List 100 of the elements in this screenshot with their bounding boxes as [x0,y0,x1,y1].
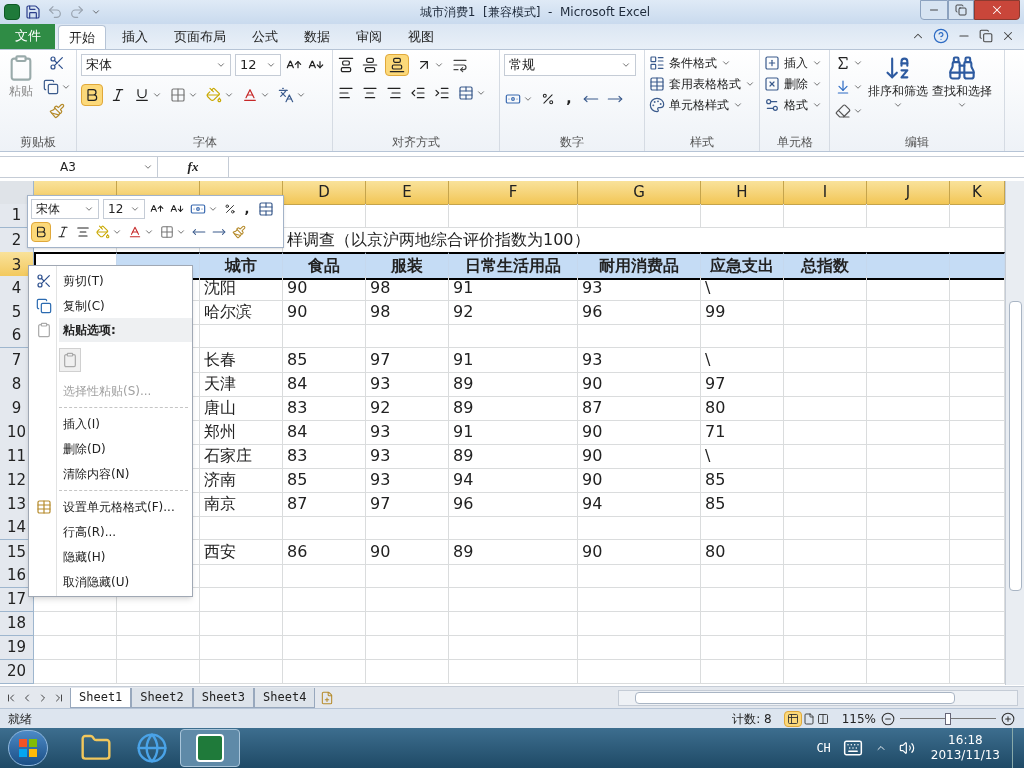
comma-button[interactable]: , [241,199,253,219]
menu-item[interactable]: 隐藏(H) [59,547,192,566]
menu-item[interactable]: 插入(I) [59,414,192,433]
table-cell: 94 [449,468,578,493]
column-header[interactable]: D [283,181,366,205]
row-header[interactable]: 20 [0,660,34,684]
ribbon-tab[interactable]: 开始 [58,25,106,49]
table-cell: 南京 [200,492,283,517]
table-cell: 91 [449,348,578,373]
table-cell: 哈尔滨 [200,300,283,325]
font-size-field[interactable]: 12 [103,199,145,219]
sheet-tab[interactable]: Sheet4 [254,687,316,708]
group-label: 剪贴板 [20,134,56,151]
table-cell: 90 [366,540,449,565]
table-cell: 80 [701,396,784,421]
row-header[interactable]: 17 [0,588,34,612]
row-header[interactable]: 19 [0,636,34,660]
file-tab[interactable]: 文件 [0,23,55,49]
table-cell: 90 [578,468,701,493]
table-cell: 91 [449,276,578,301]
ribbon-tab[interactable]: 插入 [112,25,158,49]
column-header[interactable]: K [950,181,1005,205]
table-cell: 90 [578,372,701,397]
column-header[interactable]: H [701,181,784,205]
editing-menu-button[interactable]: 排序和筛选 [868,54,928,120]
table-cell: 98 [366,276,449,301]
function-label[interactable]: fx [158,157,228,177]
menu-item[interactable]: 设置单元格格式(F)... [59,497,192,516]
font-size-field[interactable]: 12 [235,54,281,76]
ribbon-tab[interactable]: 公式 [242,25,288,49]
row-header[interactable]: 18 [0,612,34,636]
menu-item[interactable]: 取消隐藏(U) [59,572,192,591]
table-cell: 71 [701,420,784,445]
ribbon-tab[interactable]: 页面布局 [164,25,236,49]
editing-menu-button[interactable]: 查找和选择 [932,54,992,120]
comma-button[interactable]: , [562,88,576,109]
column-header[interactable]: J [867,181,950,205]
column-header[interactable]: G [578,181,701,205]
column-heading-cell: 应急支出 [701,252,784,280]
column-heading-cell: 城市 [200,252,283,280]
table-cell: 唐山 [200,396,283,421]
table-cell: 85 [283,468,366,493]
column-heading-cell: 日常生活用品 [449,252,578,280]
menu-item[interactable]: 删除(D) [59,439,192,458]
cells-menu-button[interactable]: 插入 [764,54,825,72]
table-cell: 85 [283,348,366,373]
number-format-field[interactable]: 常规 [504,54,636,76]
table-cell: 西安 [200,540,283,565]
table-cell: 97 [701,372,784,397]
cells-menu-button[interactable]: 删除 [764,75,825,93]
table-cell: 83 [283,444,366,469]
font-name-field[interactable]: 宋体 [81,54,231,76]
ribbon-tab[interactable]: 数据 [294,25,340,49]
menu-item[interactable]: 行高(R)... [59,522,192,541]
table-cell: 济南 [200,468,283,493]
table-cell: 97 [366,348,449,373]
menu-item[interactable]: 复制(C) [59,296,192,315]
table-cell: 90 [283,300,366,325]
count-text: 计数: 8 [732,710,772,728]
name-box[interactable]: A3 [0,157,158,177]
styles-menu-button[interactable]: 条件格式 [649,54,755,72]
styles-menu-button[interactable]: 套用表格格式 [649,75,755,93]
styles-menu-button[interactable]: 单元格样式 [649,96,755,114]
group-label: 数字 [560,134,584,151]
sheet-tab[interactable]: Sheet1 [70,687,132,708]
group-label: 编辑 [905,134,929,151]
table-cell: 85 [701,468,784,493]
table-cell: 99 [701,300,784,325]
table-cell: 92 [449,300,578,325]
menu-item[interactable]: 清除内容(N) [59,464,192,483]
font-name-field[interactable]: 宋体 [31,199,99,219]
table-cell: 89 [449,540,578,565]
sheet-tab[interactable]: Sheet3 [192,687,255,708]
table-cell: 86 [283,540,366,565]
table-cell: \ [701,348,784,373]
table-cell: 93 [366,468,449,493]
menu-item[interactable]: 剪切(T) [59,271,192,290]
paste-button[interactable]: 粘贴 [4,54,38,120]
table-cell: 87 [283,492,366,517]
language-indicator[interactable]: CH [816,739,831,757]
column-heading-cell: 总指数 [784,252,867,280]
table-cell: 85 [701,492,784,517]
ribbon-tab[interactable]: 视图 [398,25,444,49]
table-cell: 93 [366,444,449,469]
table-cell: 93 [578,348,701,373]
column-header[interactable]: E [366,181,449,205]
sheet-tab[interactable]: Sheet2 [131,687,193,708]
table-cell: 90 [283,276,366,301]
column-header[interactable]: F [449,181,578,205]
table-cell: 90 [578,444,701,469]
ribbon-tab[interactable]: 审阅 [346,25,392,49]
column-header[interactable]: I [784,181,867,205]
table-cell: 80 [701,540,784,565]
table-cell: 93 [578,276,701,301]
clock[interactable]: 16:18 2013/11/13 [930,733,1000,763]
table-cell: 93 [366,372,449,397]
zoom-level[interactable]: 115% [841,709,876,728]
table-cell: 92 [366,396,449,421]
table-cell: 89 [449,444,578,469]
cells-menu-button[interactable]: 格式 [764,96,825,114]
